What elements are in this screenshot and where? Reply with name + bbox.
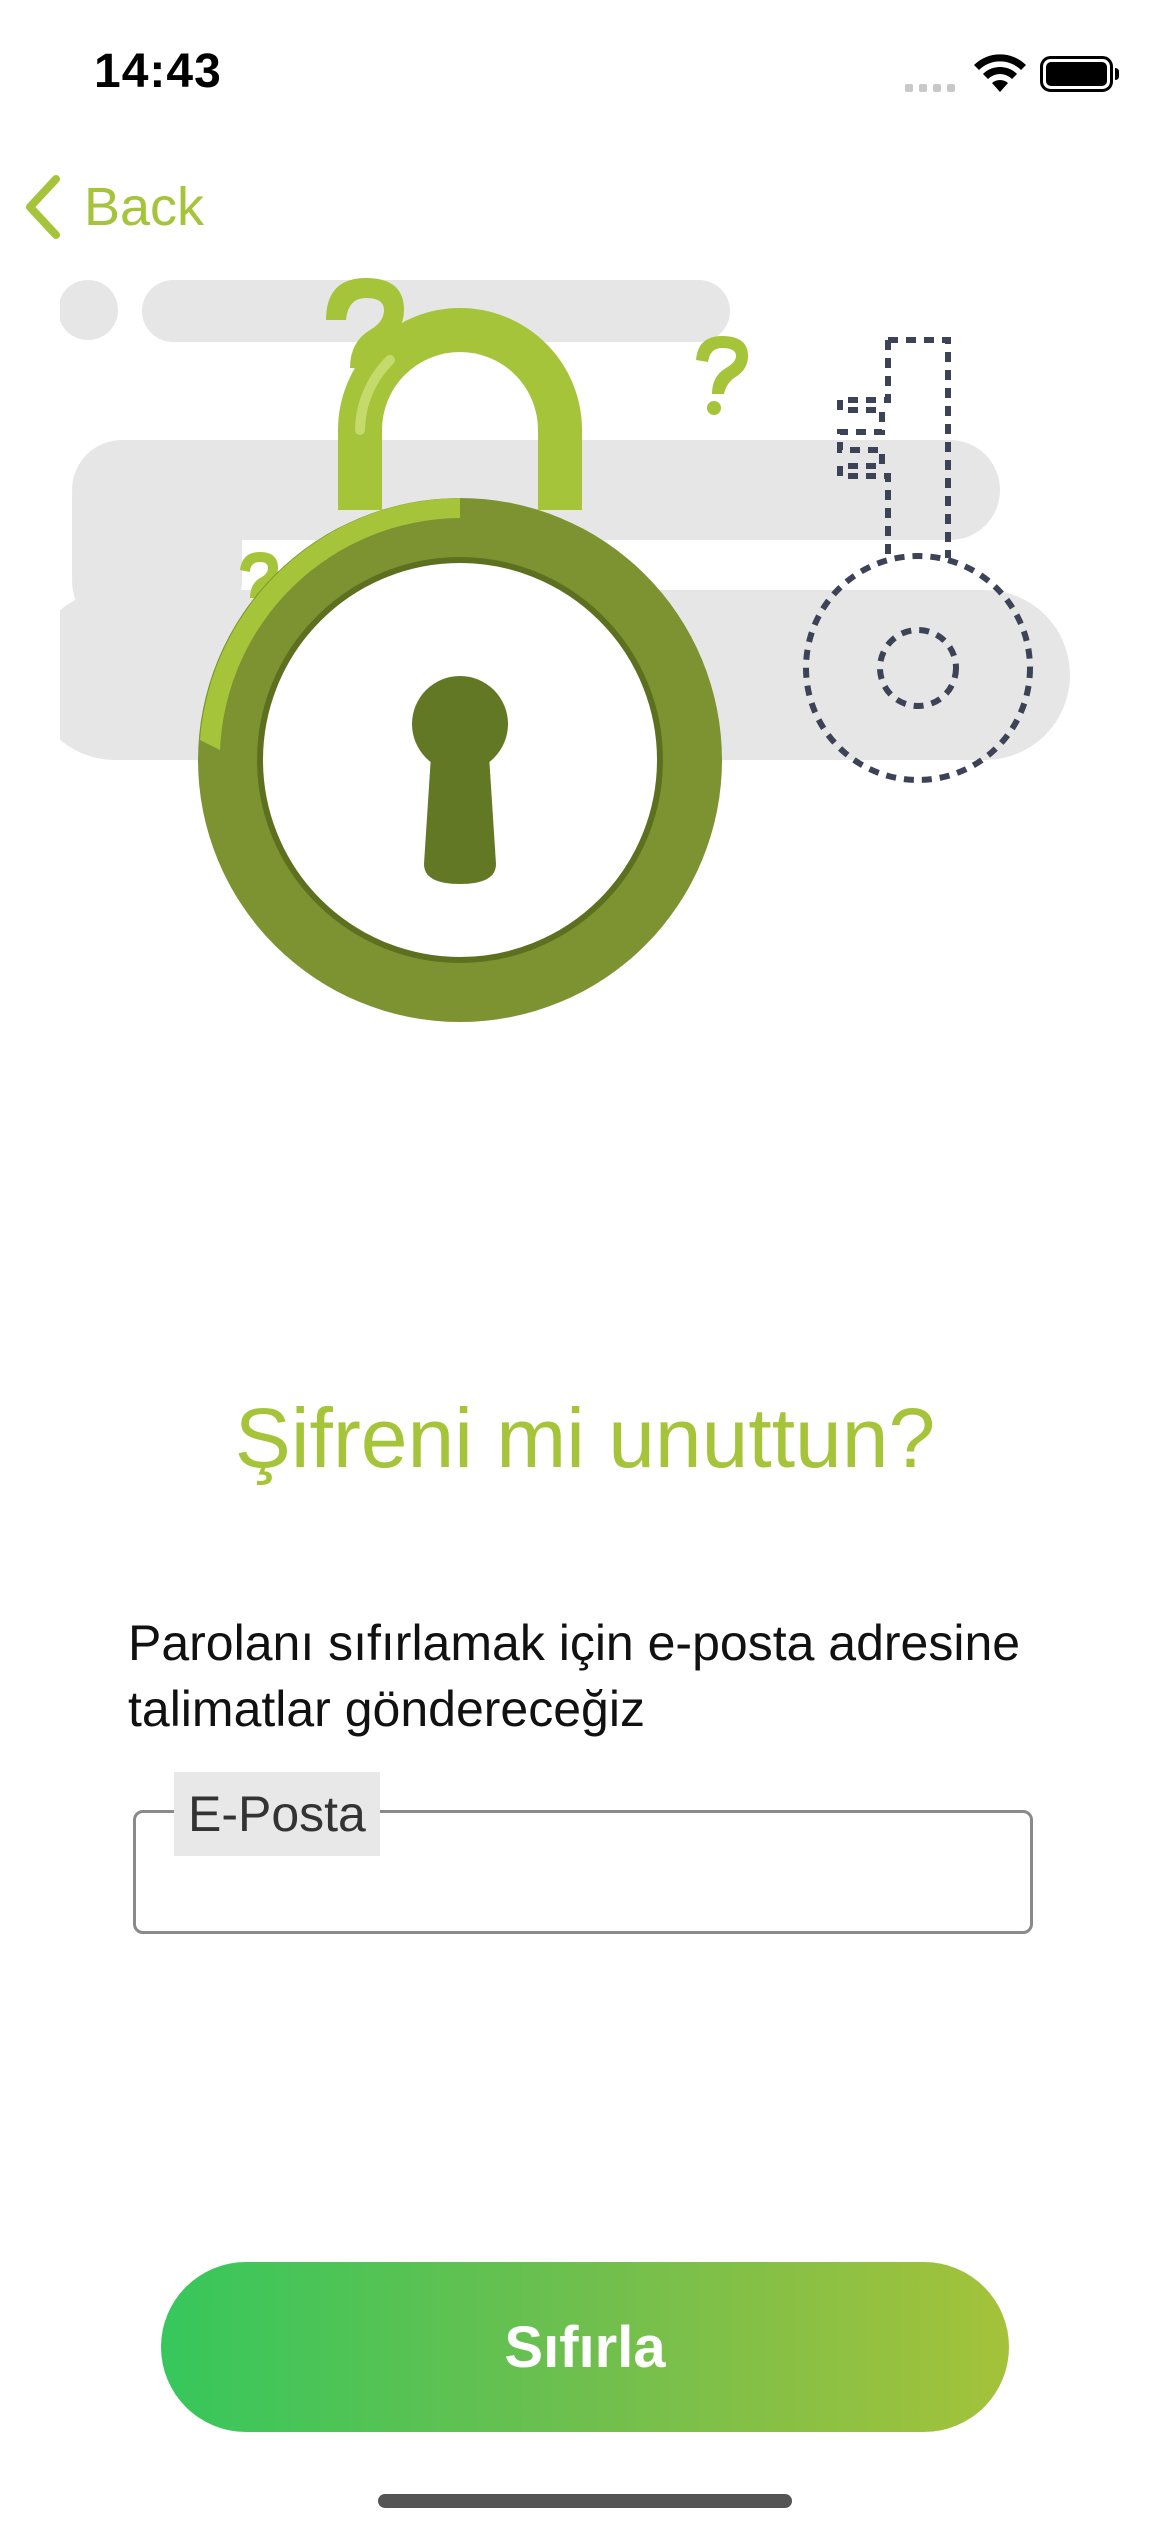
email-field-label: E-Posta: [174, 1772, 380, 1856]
cellular-signal-icon: [905, 84, 955, 92]
home-indicator[interactable]: [378, 2494, 792, 2508]
wifi-icon: [974, 54, 1026, 92]
instructions-text: Parolanı sıfırlamak için e-posta adresin…: [128, 1615, 1021, 1737]
page-title: Şifreni mi unuttun?: [234, 1391, 936, 1485]
battery-icon: [1040, 56, 1119, 92]
question-mark-icon: [696, 336, 748, 415]
back-button[interactable]: Back: [22, 172, 204, 242]
padlock-illustration: [60, 278, 1070, 1022]
chevron-back-icon: [26, 175, 60, 239]
status-bar: 14:43: [0, 0, 1170, 150]
reset-button-label: Sıfırla: [504, 2314, 666, 2380]
back-label: Back: [84, 177, 205, 237]
reset-button[interactable]: Sıfırla: [161, 2262, 1009, 2432]
status-time: 14:43: [94, 45, 222, 98]
